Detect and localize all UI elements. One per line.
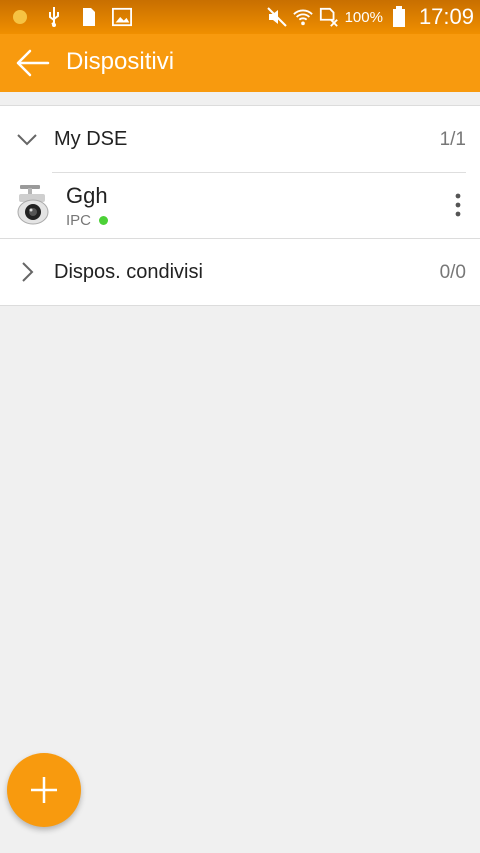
plus-icon: [31, 777, 57, 803]
status-bar: 100% 17:09: [0, 0, 480, 34]
device-group-shared: Dispos. condivisi 0/0: [0, 239, 480, 306]
device-name: Ggh: [66, 183, 108, 208]
mute-icon: [266, 6, 287, 28]
battery-icon: [389, 6, 409, 28]
group-header-my-dse[interactable]: My DSE 1/1: [0, 106, 480, 172]
device-type: IPC: [66, 212, 92, 229]
sd-card-icon: [78, 6, 98, 28]
no-sim-icon: [319, 6, 339, 28]
clock: 17:09: [418, 4, 474, 29]
app-bar: Dispositivi: [0, 34, 480, 92]
device-row[interactable]: Ggh IPC: [0, 172, 480, 238]
group-count: 0/0: [439, 262, 466, 283]
page-title: Dispositivi: [66, 48, 175, 75]
group-label: My DSE: [54, 128, 128, 150]
chevron-right-icon: [22, 262, 34, 282]
security-camera-icon: [17, 185, 49, 225]
online-status-dot: [99, 216, 108, 225]
arrow-left-icon: [16, 49, 50, 77]
device-group-my-dse: My DSE 1/1 Ggh IPC: [0, 105, 480, 239]
usb-icon: [44, 6, 64, 28]
notification-dot-icon: [10, 6, 30, 28]
chevron-down-icon: [17, 134, 37, 146]
group-header-shared[interactable]: Dispos. condivisi 0/0: [0, 239, 480, 305]
image-icon: [112, 6, 132, 28]
back-button[interactable]: [14, 48, 50, 78]
add-device-button[interactable]: [7, 753, 81, 827]
battery-percent: 100%: [344, 8, 383, 26]
more-options-icon[interactable]: [450, 192, 466, 218]
group-label: Dispos. condivisi: [54, 261, 203, 283]
wifi-icon: [292, 6, 313, 28]
group-count: 1/1: [439, 129, 466, 150]
